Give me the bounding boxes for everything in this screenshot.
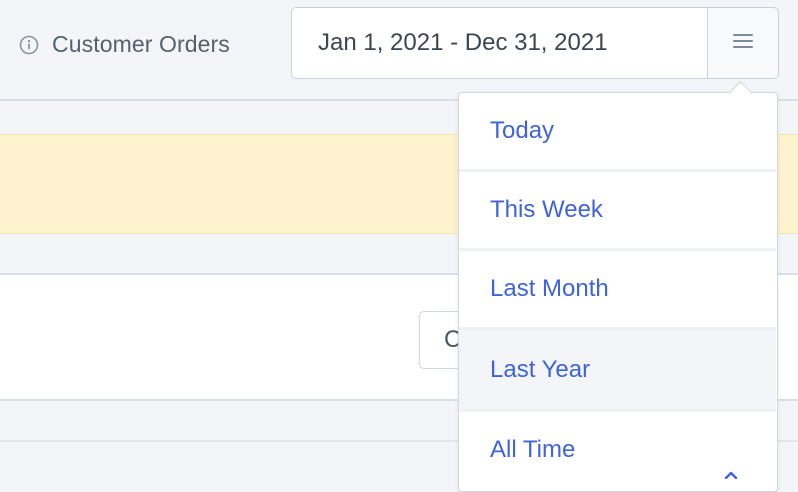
- dropdown-item-today[interactable]: Today: [459, 93, 776, 169]
- page-header: Customer Orders Jan 1, 2021 - Dec 31, 20…: [0, 0, 798, 101]
- report-title: Customer Orders: [19, 31, 230, 58]
- dropdown-item-last-year[interactable]: Last Year: [459, 330, 776, 409]
- date-range-menu-button[interactable]: [707, 7, 779, 79]
- date-range-field[interactable]: Jan 1, 2021 - Dec 31, 2021: [291, 7, 708, 79]
- dropdown-item-this-week[interactable]: This Week: [459, 172, 776, 248]
- dropdown-item-last-month[interactable]: Last Month: [459, 251, 776, 327]
- page-title: Customer Orders: [52, 31, 230, 57]
- chevron-up-icon: [724, 466, 738, 480]
- info-icon[interactable]: [19, 35, 39, 55]
- date-range-dropdown: Today This Week Last Month Last Year All…: [458, 92, 778, 492]
- hamburger-icon: [732, 32, 754, 55]
